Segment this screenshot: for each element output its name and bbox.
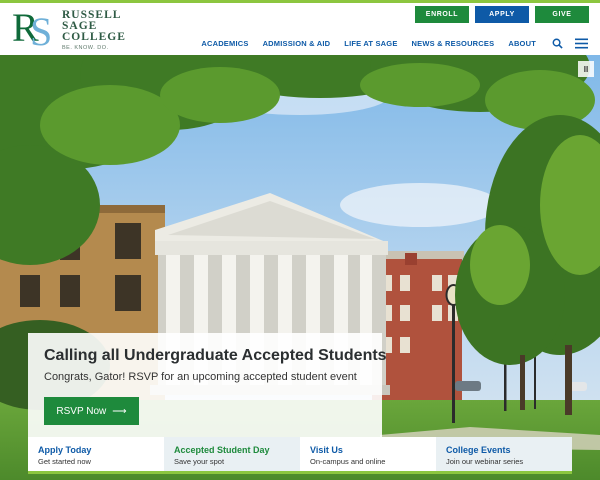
nav-item-life-at-sage[interactable]: LIFE AT SAGE	[344, 39, 397, 48]
logo-monogram-s: S	[30, 8, 53, 54]
main-nav: ACADEMICS ADMISSION & AID LIFE AT SAGE N…	[201, 36, 588, 50]
rsvp-now-button[interactable]: RSVP Now ⟶	[44, 397, 139, 425]
give-button[interactable]: GIVE	[535, 6, 589, 23]
quick-link-subtitle: Get started now	[38, 457, 91, 466]
nav-item-academics[interactable]: ACADEMICS	[201, 39, 248, 48]
search-icon[interactable]	[552, 38, 563, 49]
nav-item-admission-aid[interactable]: ADMISSION & AID	[263, 39, 331, 48]
quick-links-bar: Apply Today Get started now Accepted Stu…	[28, 437, 572, 474]
quick-link-subtitle: On-campus and online	[310, 457, 386, 466]
arrow-right-icon: ⟶	[112, 405, 127, 417]
logo-monogram: R S	[12, 7, 58, 54]
logo-tagline: BE. KNOW. DO.	[62, 45, 109, 51]
site-header: R S RUSSELL SAGE COLLEGE BE. KNOW. DO. E…	[0, 3, 600, 55]
quick-link-college-events[interactable]: College Events Join our webinar series	[436, 437, 572, 471]
quick-link-title: Accepted Student Day	[174, 445, 270, 455]
quick-link-subtitle: Save your spot	[174, 457, 225, 466]
quick-link-subtitle: Join our webinar series	[446, 457, 524, 466]
utility-buttons: ENROLL APPLY GIVE	[415, 6, 589, 23]
quick-link-title: College Events	[446, 445, 511, 455]
apply-button[interactable]: APPLY	[475, 6, 529, 23]
quick-link-title: Apply Today	[38, 445, 92, 455]
rsvp-button-label: RSVP Now	[56, 405, 107, 417]
promo-card: Calling all Undergraduate Accepted Stude…	[28, 333, 387, 437]
college-logo[interactable]: R S RUSSELL SAGE COLLEGE BE. KNOW. DO.	[12, 7, 126, 54]
promo-title: Calling all Undergraduate Accepted Stude…	[44, 347, 387, 364]
logo-line-3: COLLEGE	[62, 31, 126, 43]
slideshow-pause-button[interactable]: II	[578, 61, 594, 77]
nav-item-about[interactable]: ABOUT	[508, 39, 536, 48]
quick-link-title: Visit Us	[310, 445, 343, 455]
enroll-button[interactable]: ENROLL	[415, 6, 469, 23]
hamburger-menu-icon[interactable]	[575, 38, 588, 49]
nav-item-news-resources[interactable]: NEWS & RESOURCES	[412, 39, 495, 48]
quick-link-visit-us[interactable]: Visit Us On-campus and online	[300, 437, 436, 471]
promo-subtitle: Congrats, Gator! RSVP for an upcoming ac…	[44, 371, 357, 383]
quick-link-apply-today[interactable]: Apply Today Get started now	[28, 437, 164, 471]
quick-link-accepted-student-day[interactable]: Accepted Student Day Save your spot	[164, 437, 300, 471]
logo-wordmark: RUSSELL SAGE COLLEGE BE. KNOW. DO.	[62, 9, 126, 51]
